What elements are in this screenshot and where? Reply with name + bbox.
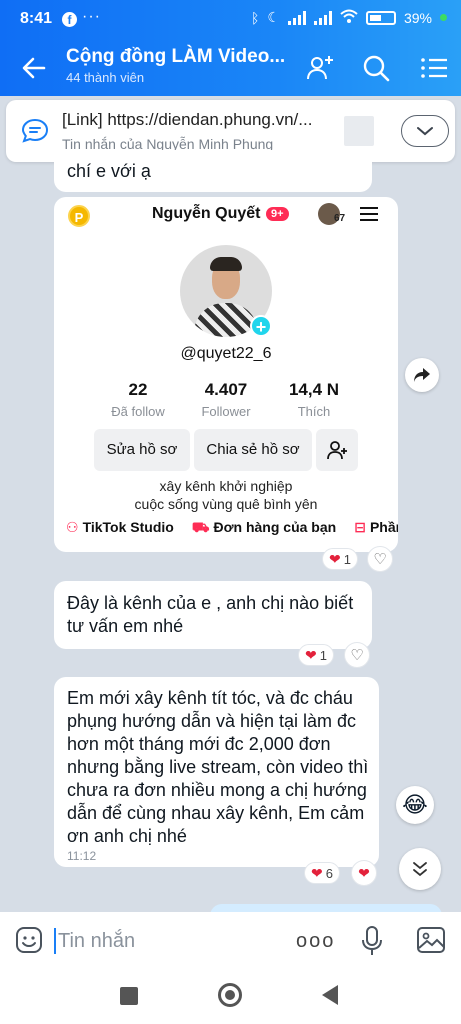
status-bar: 8:41 f ··· ᛒ ☾ 39%: [0, 0, 461, 40]
group-title[interactable]: Cộng đồng LÀM Video...: [66, 46, 285, 68]
home-button[interactable]: [218, 983, 242, 1007]
notification-badge: 9+: [266, 207, 289, 221]
hamburger-icon: [360, 207, 378, 221]
tiktok-links-row: ⚇TikTok Studio ⛟Đơn hàng của bạn ⊟Phần t: [66, 519, 398, 538]
orders-link: ⛟ Đơn hàng của bạn: [191, 519, 337, 535]
search-icon[interactable]: [360, 52, 392, 84]
react-heart-button[interactable]: ♡: [344, 642, 370, 668]
signal-icon-2: [313, 10, 332, 25]
stat-number: 14,4 N: [288, 380, 340, 399]
heart-icon: ❤: [329, 550, 341, 567]
tiktok-studio-link: ⚇ TikTok Studio: [66, 519, 174, 535]
heart-icon: ❤: [358, 864, 370, 881]
reaction-summary[interactable]: ❤ 6: [304, 862, 340, 884]
reaction-count: 1: [343, 551, 351, 567]
wifi-icon: [340, 9, 358, 26]
sticker-icon[interactable]: [14, 925, 44, 955]
person-star-icon: ⚇: [66, 519, 79, 535]
link-thumbnail: [344, 116, 374, 146]
back-button[interactable]: [322, 985, 338, 1005]
bio-line: cuộc sống vùng quê bình yên: [134, 496, 318, 512]
app-header-bar: 8:41 f ··· ᛒ ☾ 39% Cộng đồng LÀM Video..…: [0, 0, 461, 96]
message-bubble-previous[interactable]: chí e với ạ: [54, 150, 372, 192]
message-input[interactable]: Tin nhắn: [54, 928, 135, 954]
system-nav-bar: [0, 970, 461, 1024]
stat-label: Thích: [297, 404, 331, 419]
add-member-icon[interactable]: [304, 52, 336, 84]
facebook-notification-icon: f: [62, 12, 77, 27]
bluetooth-icon: ᛒ: [251, 9, 260, 26]
forward-button[interactable]: [405, 358, 439, 392]
back-arrow-icon[interactable]: [18, 52, 50, 84]
signal-icon: [287, 10, 306, 25]
status-icons: ᛒ ☾ 39%: [251, 9, 447, 26]
heart-outline-icon: ♡: [350, 647, 364, 664]
double-chevron-down-icon: [413, 862, 427, 877]
laughing-emoji-icon: 😂: [402, 792, 428, 817]
tiktok-profile-name: Nguyễn Quyết: [152, 205, 261, 222]
heart-outline-icon: ♡: [373, 551, 387, 568]
tiktok-handle: @quyet22_6: [180, 345, 272, 362]
mini-avatar-count: 67: [334, 213, 346, 224]
message-composer: Tin nhắn ooo: [0, 912, 461, 970]
moon-icon: ☾: [267, 9, 280, 25]
shop-link: ⊟Phần t: [354, 519, 398, 535]
battery-percent: 39%: [403, 9, 432, 26]
tiktok-coin-icon: P: [68, 205, 90, 227]
cart-icon: ⛟: [191, 519, 210, 535]
privacy-indicator-icon: [440, 14, 447, 21]
message-time: 11:12: [67, 849, 97, 863]
stat-likes: 14,4 N Thích: [259, 380, 369, 419]
message-text: chí e với ạ: [67, 161, 151, 181]
share-arrow-icon: [414, 368, 430, 382]
reaction-summary[interactable]: ❤ 1: [298, 644, 334, 666]
reaction-summary[interactable]: ❤ 1: [322, 548, 358, 570]
pinned-link-text[interactable]: [Link] https://diendan.phung.vn/...: [62, 110, 312, 130]
more-options-icon[interactable]: ooo: [296, 930, 335, 953]
chat-bubble-icon: [21, 118, 49, 143]
message-bubble[interactable]: Em mới xây kênh tít tóc, và đc cháu phụn…: [54, 677, 379, 867]
message-text: Em mới xây kênh tít tóc, và đc cháu phụn…: [67, 688, 369, 846]
react-heart-button[interactable]: ♡: [367, 546, 393, 572]
member-count[interactable]: 44 thành viên: [66, 70, 144, 85]
scroll-to-bottom-button[interactable]: [399, 848, 441, 890]
message-text: Đây là kênh của e , anh chị nào biết tư …: [67, 593, 354, 636]
image-message-tiktok-profile[interactable]: P Nguyễn Quyết 9+ 67 + @quyet22_6 22 Đã …: [54, 197, 398, 552]
battery-icon: [365, 10, 396, 25]
more-notifications-icon: ···: [82, 8, 101, 25]
expand-pinned-button[interactable]: [401, 115, 449, 147]
chat-header: Cộng đồng LÀM Video... 44 thành viên: [0, 40, 461, 96]
bag-icon: ⊟: [354, 519, 366, 535]
menu-list-icon[interactable]: [418, 52, 450, 84]
chevron-down-icon: [417, 127, 433, 136]
react-heart-button[interactable]: ❤: [351, 860, 377, 886]
heart-icon: ❤: [311, 864, 323, 881]
follow-plus-icon: +: [250, 315, 272, 337]
edit-profile-button: Sửa hồ sơ: [94, 429, 190, 471]
microphone-icon[interactable]: [360, 925, 384, 957]
heart-icon: ❤: [305, 646, 317, 663]
image-picker-icon[interactable]: [416, 926, 446, 954]
status-time: 8:41: [20, 10, 53, 27]
message-bubble[interactable]: Đây là kênh của e , anh chị nào biết tư …: [54, 581, 372, 649]
recents-button[interactable]: [120, 987, 138, 1005]
bio-line: xây kênh khởi nghiệp: [159, 478, 293, 494]
add-friend-icon: [316, 429, 358, 471]
share-profile-button: Chia sẻ hồ sơ: [194, 429, 312, 471]
reaction-count: 6: [325, 865, 333, 881]
reaction-count: 1: [319, 647, 327, 663]
quick-emoji-button[interactable]: 😂: [396, 786, 434, 824]
